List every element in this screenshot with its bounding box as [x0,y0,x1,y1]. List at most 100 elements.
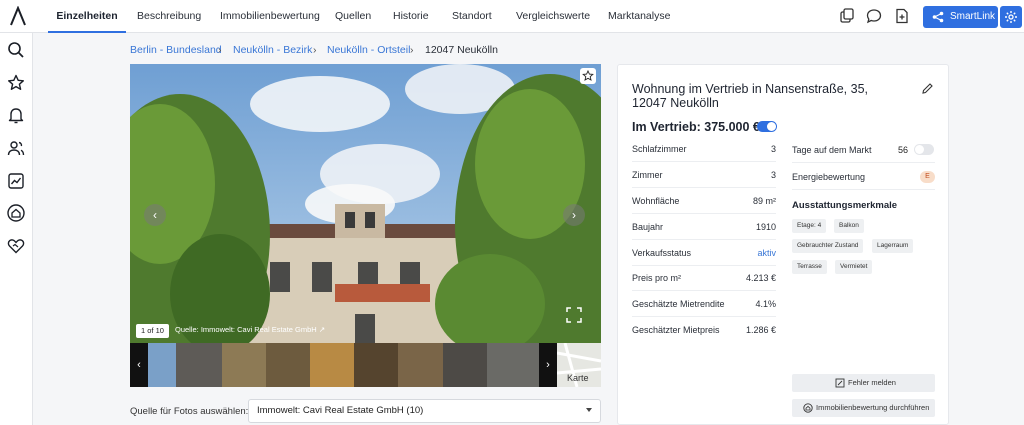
smartlink-label: SmartLink [950,11,996,22]
fact-row: Schlafzimmer 3 [632,136,776,162]
left-sidebar [0,33,33,425]
edit-note-icon [835,378,845,388]
photo-next-button[interactable]: › [563,204,585,226]
thumbnail[interactable] [148,343,176,387]
thumbnail[interactable] [310,343,354,387]
photo-source-text: Quelle: Immowelt: Cavi Real Estate GmbH [175,325,317,334]
run-valuation-button[interactable]: Immobilienbewertung durchführen [792,399,935,417]
days-on-market-value: 56 [898,145,909,155]
fact-label: Verkaufsstatus [632,248,692,258]
compare-icon[interactable] [838,7,856,25]
map-label: Karte [567,373,589,383]
main-photo[interactable]: ‹ › [130,64,601,343]
photo-source-select[interactable]: Immowelt: Cavi Real Estate GmbH (10) [248,399,601,423]
top-navigation-bar: Einzelheiten Beschreibung Immobilienbewe… [0,0,1024,33]
listing-title: Wohnung im Vertrieb in Nansenstraße, 35,… [632,82,869,110]
feature-chip: Vermietet [835,260,873,274]
fact-label: Geschätzte Mietrendite [632,299,725,309]
tab-quellen[interactable]: Quellen [335,0,371,33]
fullscreen-icon[interactable] [565,306,583,324]
breadcrumb-ortsteil[interactable]: Neukölln - Ortsteil [327,44,410,56]
report-error-label: Fehler melden [848,378,896,387]
toggle-knob [915,145,924,154]
thumbnail[interactable] [266,343,310,387]
fact-value: 1910 [755,222,776,232]
energy-rating-badge: E [920,171,935,183]
breadcrumb-bundesland[interactable]: Berlin - Bundesland [130,44,222,56]
favorite-button[interactable] [580,68,596,84]
settings-button[interactable] [1000,6,1022,28]
search-icon[interactable] [6,40,26,60]
days-on-market-label: Tage auf dem Markt [792,145,872,155]
tab-vergleichswerte[interactable]: Vergleichswerte [516,0,590,33]
thumbnail[interactable] [487,343,539,387]
thumbnail-strip [130,343,601,387]
chart-icon[interactable] [6,171,26,191]
fact-row: Baujahr 1910 [632,214,776,240]
features-title: Ausstattungsmerkmale [792,200,898,211]
tab-marktanalyse[interactable]: Marktanalyse [608,0,670,33]
photo-prev-button[interactable]: ‹ [144,204,166,226]
thumbnail[interactable] [176,343,222,387]
thumbnail[interactable] [222,343,266,387]
days-on-market-toggle[interactable] [914,144,934,155]
star-outline-icon [582,70,594,81]
fact-label: Wohnfläche [632,196,680,206]
external-link-icon[interactable]: ↗ [319,325,325,334]
smartlink-button[interactable]: SmartLink [923,6,998,28]
price-toggle[interactable] [757,121,777,132]
thumbnail-next-button[interactable]: › [539,343,557,387]
share-icon [932,11,944,23]
fact-label: Zimmer [632,170,663,180]
tab-einzelheiten[interactable]: Einzelheiten [48,0,126,33]
photo-source-selected: Immowelt: Cavi Real Estate GmbH (10) [257,405,424,416]
home-circle-icon [803,403,813,413]
feature-chip: Balkon [834,219,864,233]
photo-counter: 1 of 10 [136,324,169,338]
chevron-down-icon [586,408,592,412]
edit-icon[interactable] [921,82,934,95]
fact-label: Preis pro m² [632,273,682,283]
fact-label: Baujahr [632,222,664,232]
comment-icon[interactable] [865,7,883,25]
add-document-icon[interactable] [893,7,911,25]
tab-historie[interactable]: Historie [393,0,429,33]
tab-immobilienbewertung[interactable]: Immobilienbewertung [220,0,320,33]
thumbnail[interactable] [443,343,487,387]
energy-rating-row: Energiebewertung [792,164,935,190]
fact-row: Geschätzte Mietrendite 4.1% [632,291,776,317]
thumbnail[interactable] [354,343,398,387]
sale-status-link[interactable]: aktiv [757,248,776,258]
thumbnail[interactable] [398,343,443,387]
breadcrumb-separator: › [410,44,414,56]
fact-row: Zimmer 3 [632,162,776,188]
listing-price: Im Vertrieb: 375.000 € [632,120,760,134]
breadcrumb-bezirk[interactable]: Neukölln - Bezirk [233,44,312,56]
fact-label: Schlafzimmer [632,144,687,154]
fact-row: Verkaufsstatus aktiv [632,240,776,266]
feature-chip: Lagerraum [872,239,914,253]
building-photo [130,64,601,343]
tab-standort[interactable]: Standort [452,0,492,33]
bell-icon[interactable] [6,105,26,125]
breadcrumb-separator: › [218,44,222,56]
gear-icon [1005,11,1017,23]
photo-source-label: Quelle für Fotos auswählen: [130,406,249,417]
logo-icon[interactable] [9,6,27,26]
users-icon[interactable] [6,138,26,158]
star-icon[interactable] [6,73,26,93]
heart-handshake-icon[interactable] [6,236,26,256]
tab-beschreibung[interactable]: Beschreibung [137,0,201,33]
fact-value: 4.1% [755,299,776,309]
fact-value: 3 [770,170,776,180]
feature-chip: Etage: 4 [792,219,827,233]
fact-value: 4.213 € [745,273,776,283]
fact-value: 1.286 € [745,325,776,335]
map-thumbnail[interactable]: Karte [557,343,601,387]
home-heart-icon[interactable] [6,203,26,223]
thumbnail-prev-button[interactable]: ‹ [130,343,148,387]
app-root: Einzelheiten Beschreibung Immobilienbewe… [0,0,1024,425]
breadcrumb-current: 12047 Neukölln [425,44,498,56]
report-error-button[interactable]: Fehler melden [792,374,935,392]
energy-rating-label: Energiebewertung [792,172,866,182]
